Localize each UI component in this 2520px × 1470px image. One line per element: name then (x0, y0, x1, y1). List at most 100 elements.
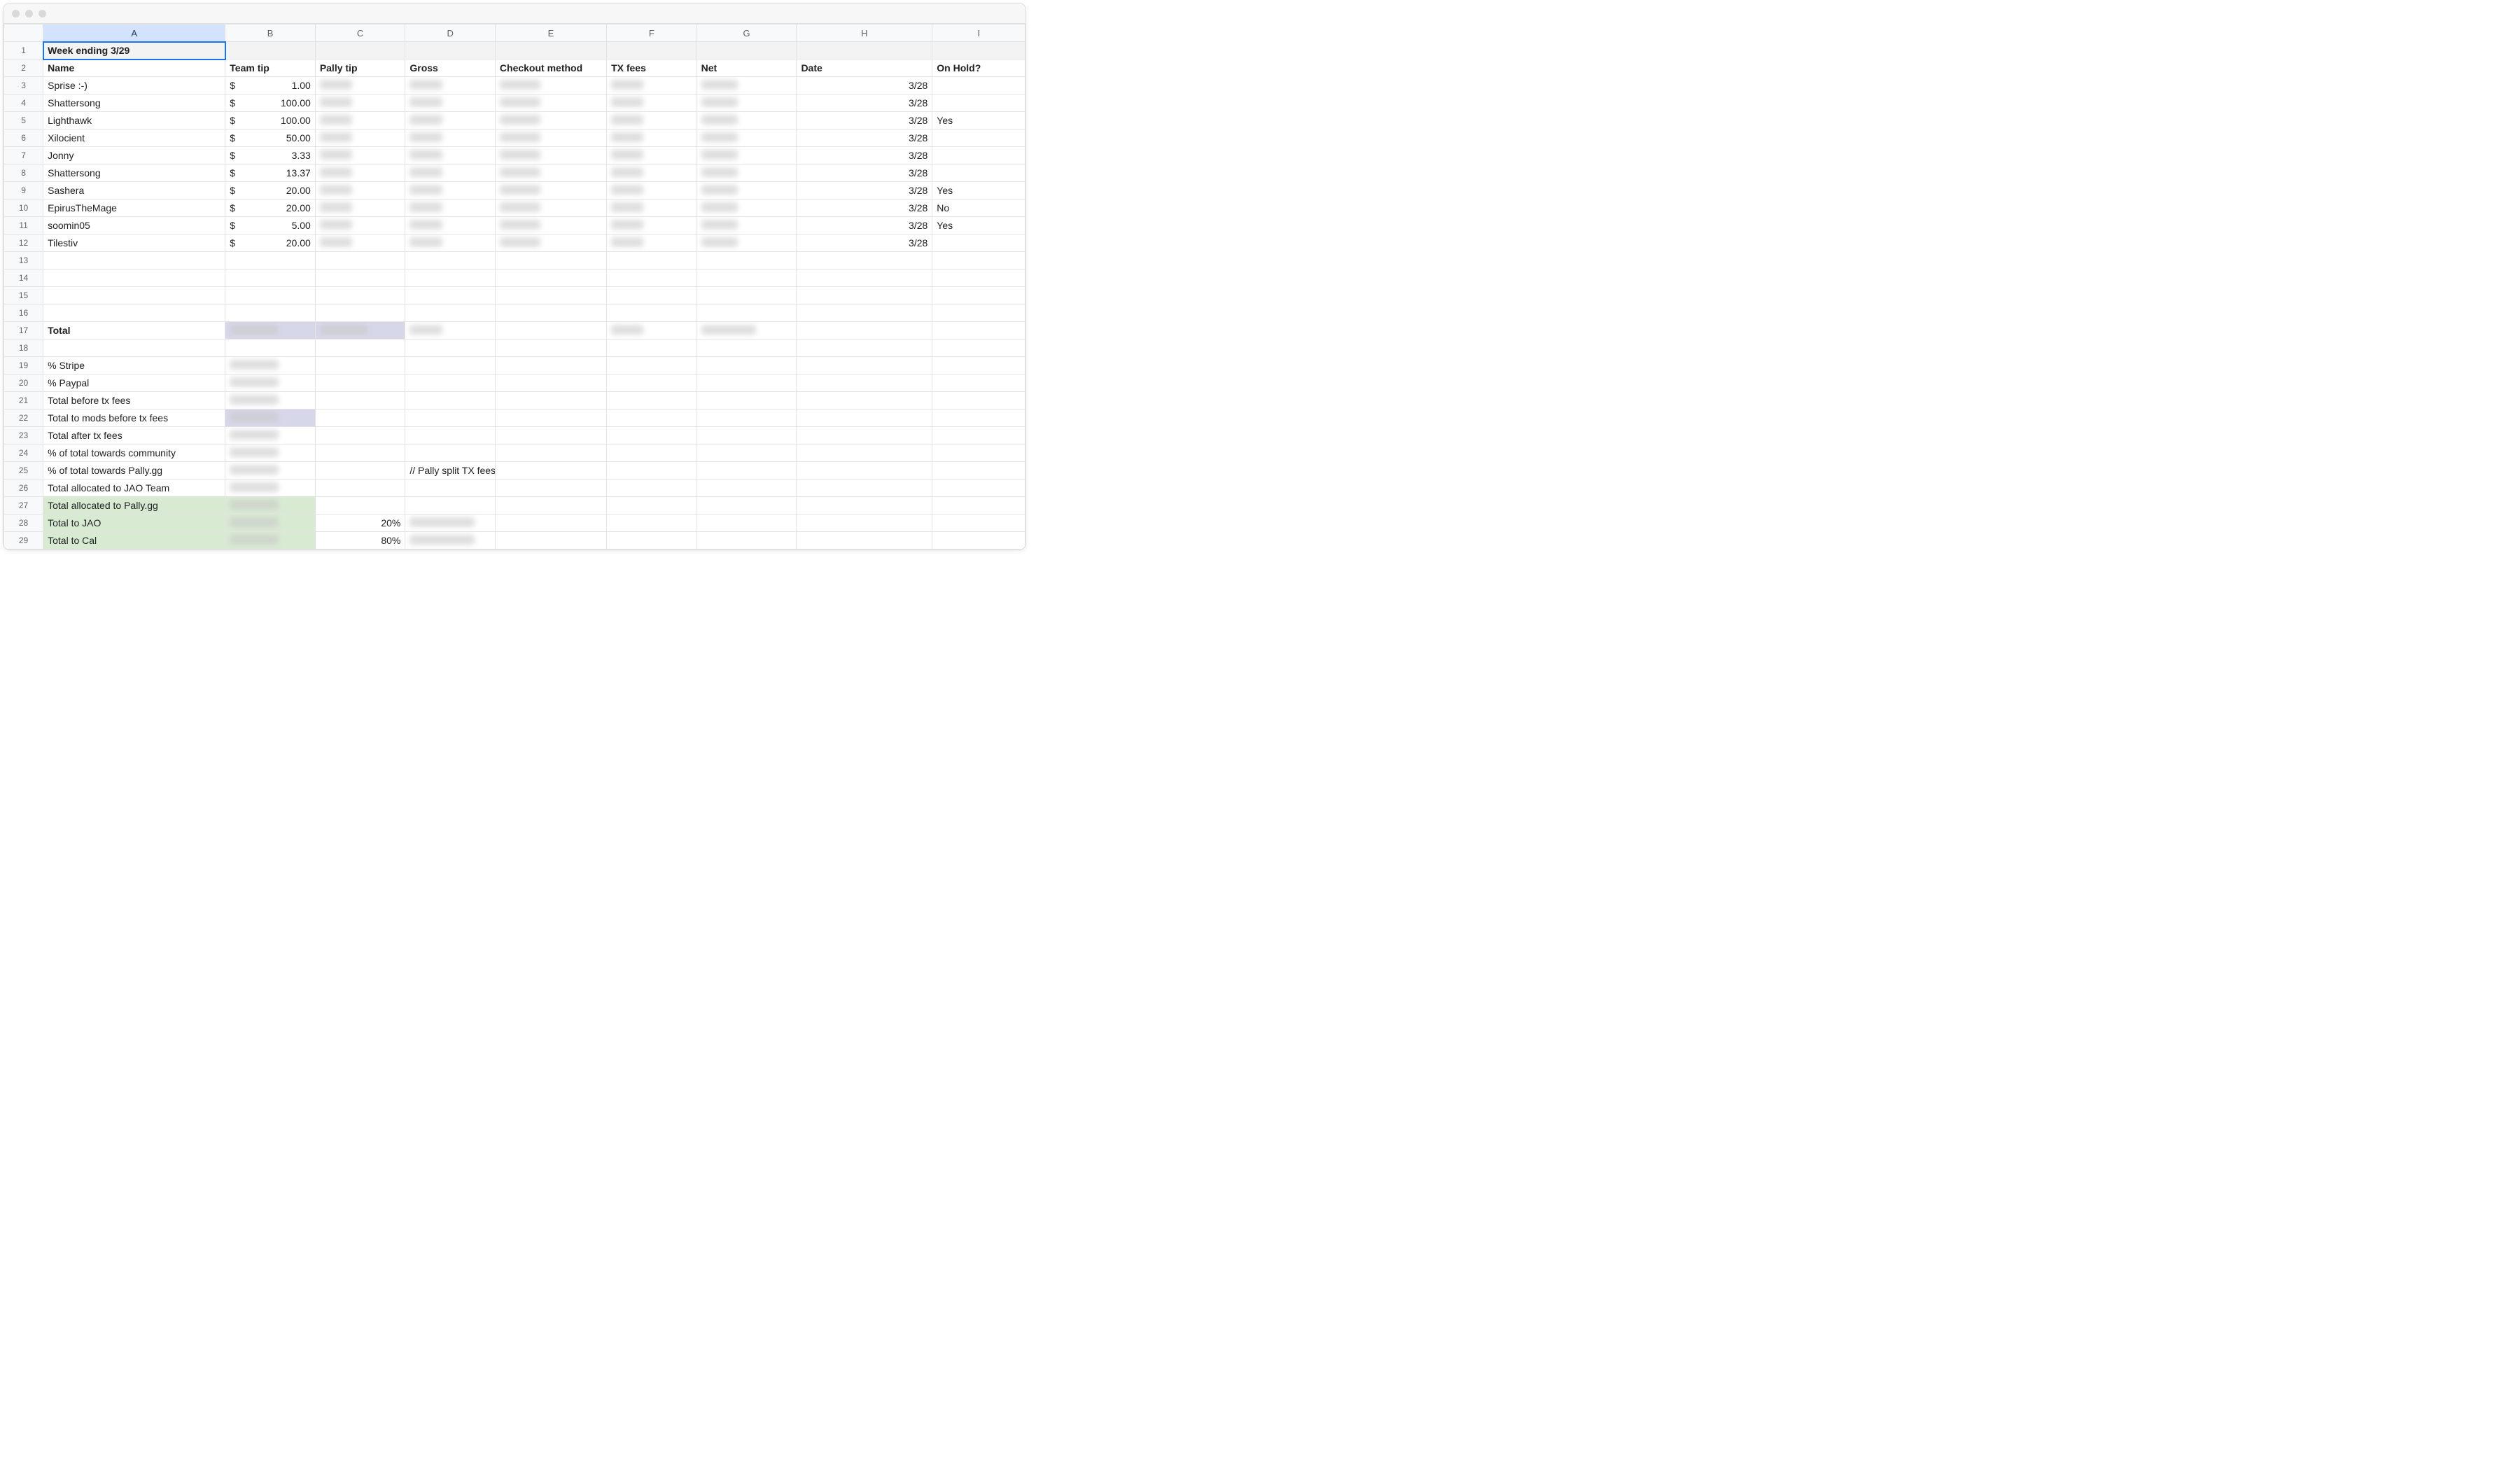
window-control-close[interactable] (12, 10, 20, 18)
cell-A14[interactable] (43, 270, 225, 287)
cell-B2[interactable]: Team tip (225, 59, 316, 77)
cell-E16[interactable] (495, 304, 606, 322)
cell-B28[interactable] (225, 514, 316, 532)
cell-G8[interactable] (696, 164, 797, 182)
row-header-25[interactable]: 25 (4, 462, 43, 479)
cell-H6[interactable]: 3/28 (797, 130, 932, 147)
cell-B26[interactable] (225, 479, 316, 497)
cell-B25[interactable] (225, 462, 316, 479)
cell-E10[interactable] (495, 200, 606, 217)
cell-H20[interactable] (797, 374, 932, 392)
cell-I19[interactable] (932, 357, 1026, 374)
cell-F3[interactable] (607, 77, 697, 94)
cell-D25[interactable]: // Pally split TX fees with streamer (405, 462, 496, 479)
cell-H12[interactable]: 3/28 (797, 234, 932, 252)
row-header-15[interactable]: 15 (4, 287, 43, 304)
cell-F6[interactable] (607, 130, 697, 147)
cell-A9[interactable]: Sashera (43, 182, 225, 200)
cell-I17[interactable] (932, 322, 1026, 340)
cell-D29[interactable] (405, 532, 496, 550)
cell-D10[interactable] (405, 200, 496, 217)
cell-H18[interactable] (797, 340, 932, 357)
cell-B6[interactable]: $50.00 (225, 130, 316, 147)
cell-D8[interactable] (405, 164, 496, 182)
row-header-17[interactable]: 17 (4, 322, 43, 340)
cell-F21[interactable] (607, 392, 697, 410)
row-header-2[interactable]: 2 (4, 59, 43, 77)
cell-I11[interactable]: Yes (932, 217, 1026, 234)
cell-H23[interactable] (797, 427, 932, 444)
cell-D4[interactable] (405, 94, 496, 112)
cell-A12[interactable]: Tilestiv (43, 234, 225, 252)
cell-G22[interactable] (696, 410, 797, 427)
row-header-10[interactable]: 10 (4, 200, 43, 217)
row-header-27[interactable]: 27 (4, 497, 43, 514)
row-header-19[interactable]: 19 (4, 357, 43, 374)
cell-G23[interactable] (696, 427, 797, 444)
cell-A5[interactable]: Lighthawk (43, 112, 225, 130)
cell-A18[interactable] (43, 340, 225, 357)
cell-G12[interactable] (696, 234, 797, 252)
cell-B4[interactable]: $100.00 (225, 94, 316, 112)
cell-F5[interactable] (607, 112, 697, 130)
cell-D26[interactable] (405, 479, 496, 497)
window-control-max[interactable] (38, 10, 46, 18)
row-header-12[interactable]: 12 (4, 234, 43, 252)
cell-D22[interactable] (405, 410, 496, 427)
cell-G29[interactable] (696, 532, 797, 550)
cell-A8[interactable]: Shattersong (43, 164, 225, 182)
cell-E20[interactable] (495, 374, 606, 392)
cell-H9[interactable]: 3/28 (797, 182, 932, 200)
col-header-E[interactable]: E (495, 24, 606, 42)
cell-E18[interactable] (495, 340, 606, 357)
cell-D23[interactable] (405, 427, 496, 444)
cell-I10[interactable]: No (932, 200, 1026, 217)
cell-I9[interactable]: Yes (932, 182, 1026, 200)
cell-D6[interactable] (405, 130, 496, 147)
cell-E19[interactable] (495, 357, 606, 374)
cell-D17[interactable] (405, 322, 496, 340)
cell-E21[interactable] (495, 392, 606, 410)
spreadsheet-grid[interactable]: A B C D E F G H I 1 Week ending 3/29 (4, 24, 1026, 550)
cell-F11[interactable] (607, 217, 697, 234)
cell-H13[interactable] (797, 252, 932, 270)
cell-A21[interactable]: Total before tx fees (43, 392, 225, 410)
cell-G21[interactable] (696, 392, 797, 410)
cell-I6[interactable] (932, 130, 1026, 147)
cell-B3[interactable]: $1.00 (225, 77, 316, 94)
cell-F23[interactable] (607, 427, 697, 444)
cell-I1[interactable] (932, 42, 1026, 59)
cell-H16[interactable] (797, 304, 932, 322)
cell-H3[interactable]: 3/28 (797, 77, 932, 94)
cell-C16[interactable] (315, 304, 405, 322)
cell-B16[interactable] (225, 304, 316, 322)
cell-C8[interactable] (315, 164, 405, 182)
cell-F7[interactable] (607, 147, 697, 164)
cell-B8[interactable]: $13.37 (225, 164, 316, 182)
cell-D2[interactable]: Gross (405, 59, 496, 77)
cell-B24[interactable] (225, 444, 316, 462)
cell-B18[interactable] (225, 340, 316, 357)
cell-E13[interactable] (495, 252, 606, 270)
cell-F20[interactable] (607, 374, 697, 392)
cell-F16[interactable] (607, 304, 697, 322)
cell-D18[interactable] (405, 340, 496, 357)
row-header-9[interactable]: 9 (4, 182, 43, 200)
col-header-B[interactable]: B (225, 24, 316, 42)
cell-G9[interactable] (696, 182, 797, 200)
cell-D9[interactable] (405, 182, 496, 200)
col-header-A[interactable]: A (43, 24, 225, 42)
cell-A6[interactable]: Xilocient (43, 130, 225, 147)
cell-C27[interactable] (315, 497, 405, 514)
cell-C18[interactable] (315, 340, 405, 357)
cell-G25[interactable] (696, 462, 797, 479)
cell-E23[interactable] (495, 427, 606, 444)
cell-D12[interactable] (405, 234, 496, 252)
cell-B12[interactable]: $20.00 (225, 234, 316, 252)
cell-A4[interactable]: Shattersong (43, 94, 225, 112)
cell-F15[interactable] (607, 287, 697, 304)
cell-E25[interactable] (495, 462, 606, 479)
cell-G28[interactable] (696, 514, 797, 532)
cell-C1[interactable] (315, 42, 405, 59)
cell-I14[interactable] (932, 270, 1026, 287)
